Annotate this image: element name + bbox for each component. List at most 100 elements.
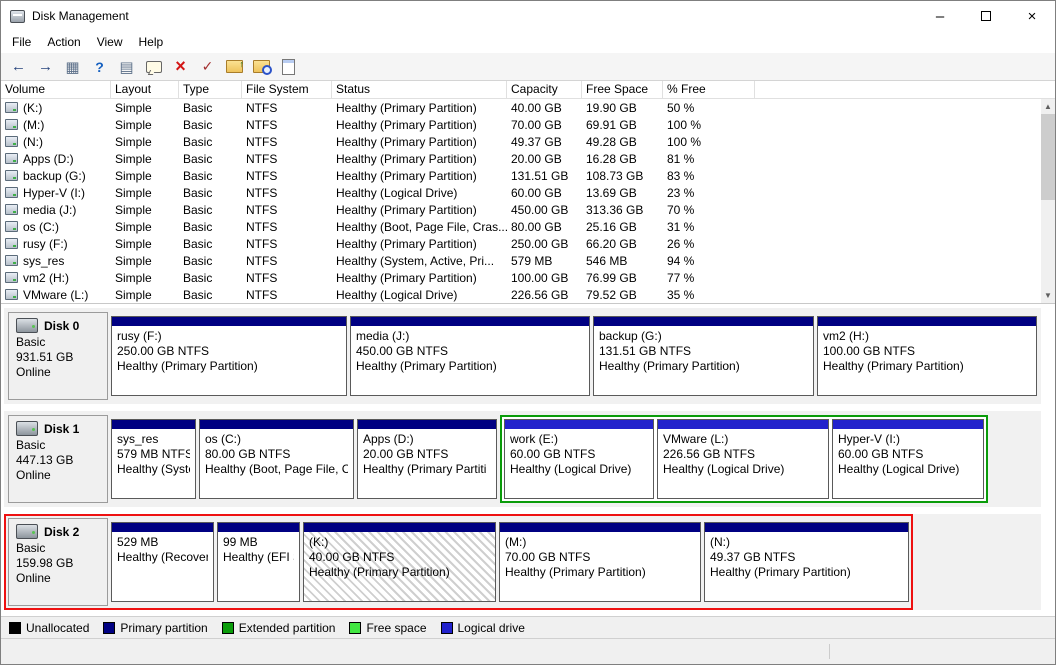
partition-529-mb[interactable]: 529 MBHealthy (Recovery [111,522,214,602]
partition-title: VMware (L:) [663,432,823,447]
volume-row-sys-res[interactable]: sys_resSimpleBasicNTFSHealthy (System, A… [1,252,1055,269]
volume-row-backup-g[interactable]: backup (G:)SimpleBasicNTFSHealthy (Prima… [1,167,1055,184]
cell: Basic [179,133,242,150]
delete-icon[interactable]: × [168,55,193,78]
scroll-down-arrow-icon[interactable]: ▼ [1041,288,1055,303]
cell: Healthy (Primary Partition) [332,167,507,184]
column-header-type[interactable]: Type [179,81,242,98]
volume-name: Hyper-V (I:) [23,186,85,200]
cell: Basic [179,286,242,303]
column-header-free-space[interactable]: Free Space [582,81,663,98]
legend-label: Unallocated [26,621,89,635]
volume-row-k[interactable]: (K:)SimpleBasicNTFSHealthy (Primary Part… [1,99,1055,116]
partition-vmware-l[interactable]: VMware (L:)226.56 GB NTFSHealthy (Logica… [657,419,829,499]
legend-swatch [441,622,453,634]
partition-vm2-h[interactable]: vm2 (H:)100.00 GB NTFSHealthy (Primary P… [817,316,1037,396]
volume-row-rusy-f[interactable]: rusy (F:)SimpleBasicNTFSHealthy (Primary… [1,235,1055,252]
partition-n[interactable]: (N:)49.37 GB NTFSHealthy (Primary Partit… [704,522,909,602]
folder-search-icon[interactable] [249,55,274,78]
volume-row-n[interactable]: (N:)SimpleBasicNTFSHealthy (Primary Part… [1,133,1055,150]
partition-color-bar [594,317,813,326]
partition-work-e[interactable]: work (E:)60.00 GB NTFSHealthy (Logical D… [504,419,654,499]
partition-size: 80.00 GB NTFS [205,447,348,462]
partition-hyper-v-i[interactable]: Hyper-V (I:)60.00 GB NTFSHealthy (Logica… [832,419,984,499]
extended-partition-group: work (E:)60.00 GB NTFSHealthy (Logical D… [500,415,988,503]
volume-row-media-j[interactable]: media (J:)SimpleBasicNTFSHealthy (Primar… [1,201,1055,218]
cell: 70 % [663,201,755,218]
volume-icon [5,289,18,300]
disk-label-disk-1[interactable]: Disk 1Basic447.13 GBOnline [8,415,108,503]
scroll-thumb[interactable] [1041,114,1055,200]
partition-k[interactable]: (K:)40.00 GB NTFSHealthy (Primary Partit… [303,522,496,602]
form-icon[interactable] [276,55,301,78]
partition-rusy-f[interactable]: rusy (F:)250.00 GB NTFSHealthy (Primary … [111,316,347,396]
volume-icon [5,221,18,232]
legend-label: Logical drive [458,621,525,635]
volume-row-vmware-l[interactable]: VMware (L:)SimpleBasicNTFSHealthy (Logic… [1,286,1055,303]
partition-color-bar [705,523,908,532]
partition-99-mb[interactable]: 99 MBHealthy (EFI S [217,522,300,602]
folder-up-icon[interactable] [222,55,247,78]
menu-view[interactable]: View [89,32,131,52]
help-icon[interactable]: ? [87,55,112,78]
cell: 66.20 GB [582,235,663,252]
console-tree-icon[interactable]: ▦ [60,55,85,78]
menu-help[interactable]: Help [131,32,172,52]
disk-name: Disk 2 [44,525,79,539]
cell: 35 % [663,286,755,303]
partition-apps-d[interactable]: Apps (D:)20.00 GB NTFSHealthy (Primary P… [357,419,497,499]
partition-media-j[interactable]: media (J:)450.00 GB NTFSHealthy (Primary… [350,316,590,396]
list-view-icon[interactable]: ▤ [114,55,139,78]
disk-label-disk-0[interactable]: Disk 0Basic931.51 GBOnline [8,312,108,400]
partition-status: Healthy (Primary Partition) [309,565,490,580]
partition-info: (M:)70.00 GB NTFSHealthy (Primary Partit… [500,532,700,601]
menu-file[interactable]: File [4,32,39,52]
partition-os-c[interactable]: os (C:)80.00 GB NTFSHealthy (Boot, Page … [199,419,354,499]
volume-row-m[interactable]: (M:)SimpleBasicNTFSHealthy (Primary Part… [1,116,1055,133]
column-header-volume[interactable]: Volume [1,81,111,98]
disk-label-disk-2[interactable]: Disk 2Basic159.98 GBOnline [8,518,108,606]
disk-region: Disk 0Basic931.51 GBOnlinerusy (F:)250.0… [4,308,1041,404]
partition-info: media (J:)450.00 GB NTFSHealthy (Primary… [351,326,589,395]
column-header-layout[interactable]: Layout [111,81,179,98]
partition-backup-g[interactable]: backup (G:)131.51 GB NTFSHealthy (Primar… [593,316,814,396]
disk-kind: Basic [16,335,101,350]
volume-row-hyper-v-i[interactable]: Hyper-V (I:)SimpleBasicNTFSHealthy (Logi… [1,184,1055,201]
check-icon[interactable]: ✓ [195,55,220,78]
partition-info: vm2 (H:)100.00 GB NTFSHealthy (Primary P… [818,326,1036,395]
column-header-free[interactable]: % Free [663,81,755,98]
close-button[interactable]: × [1009,1,1055,31]
partition-sys-res[interactable]: sys_res579 MB NTFSHealthy (Syste [111,419,196,499]
selected-disk-region: Disk 2Basic159.98 GBOnline529 MBHealthy … [4,514,913,610]
partition-title: sys_res [117,432,190,447]
partition-color-bar [304,523,495,532]
cell: (K:) [1,99,111,116]
vertical-scrollbar[interactable]: ▲ ▼ [1041,99,1055,303]
volume-row-os-c[interactable]: os (C:)SimpleBasicNTFSHealthy (Boot, Pag… [1,218,1055,235]
graphical-view: Disk 0Basic931.51 GBOnlinerusy (F:)250.0… [1,304,1055,616]
partition-m[interactable]: (M:)70.00 GB NTFSHealthy (Primary Partit… [499,522,701,602]
column-header-file-system[interactable]: File System [242,81,332,98]
forward-icon[interactable]: → [33,55,58,78]
maximize-button[interactable] [963,1,1009,31]
minimize-button[interactable]: – [917,1,963,31]
cell: 313.36 GB [582,201,663,218]
partition-info: 99 MBHealthy (EFI S [218,532,299,601]
partition-status: Healthy (Primary Partition) [356,359,584,374]
cell: Simple [111,201,179,218]
comment-icon[interactable] [141,55,166,78]
disk-name: Disk 0 [44,319,79,333]
partition-size: 450.00 GB NTFS [356,344,584,359]
cell: 20.00 GB [507,150,582,167]
volume-row-apps-d[interactable]: Apps (D:)SimpleBasicNTFSHealthy (Primary… [1,150,1055,167]
menu-action[interactable]: Action [39,32,88,52]
column-header-capacity[interactable]: Capacity [507,81,582,98]
column-header-status[interactable]: Status [332,81,507,98]
scroll-up-arrow-icon[interactable]: ▲ [1041,99,1055,114]
cell: NTFS [242,184,332,201]
cell: 13.69 GB [582,184,663,201]
back-icon[interactable]: ← [6,55,31,78]
partition-size: 226.56 GB NTFS [663,447,823,462]
legend-swatch [103,622,115,634]
volume-row-vm2-h[interactable]: vm2 (H:)SimpleBasicNTFSHealthy (Primary … [1,269,1055,286]
